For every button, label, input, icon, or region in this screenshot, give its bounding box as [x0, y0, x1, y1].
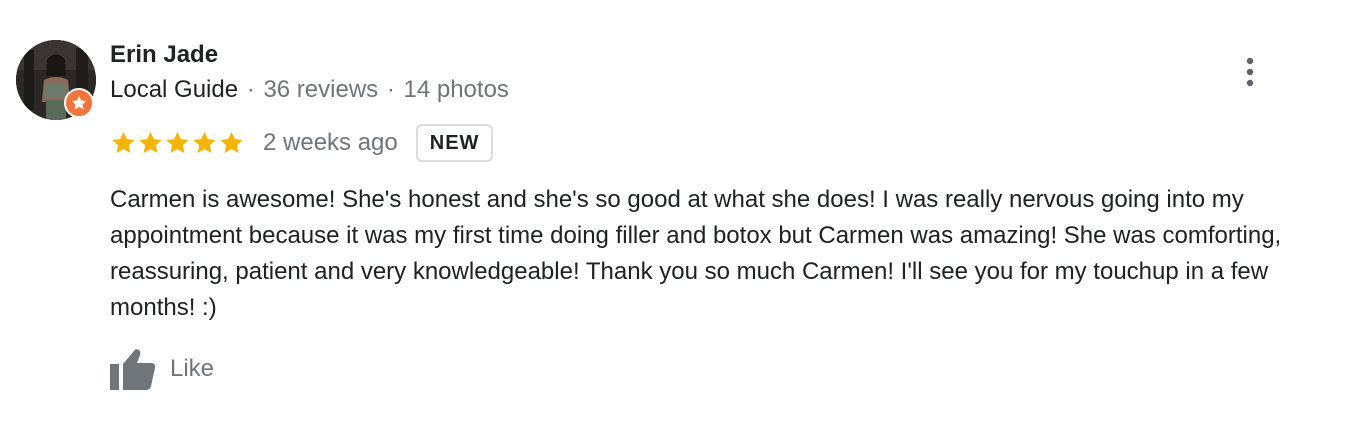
thumb-up-icon: [110, 349, 156, 390]
review-date: 2 weeks ago: [263, 129, 398, 156]
reviewer-avatar[interactable]: [16, 40, 96, 120]
like-label: Like: [170, 355, 215, 382]
reviewer-name[interactable]: Erin Jade: [110, 40, 218, 70]
star-icon: [193, 131, 216, 153]
review-count: 36 reviews: [263, 76, 379, 103]
star-icon: [220, 131, 243, 153]
more-options-button[interactable]: [1230, 52, 1270, 92]
local-guide-star-icon: [71, 95, 87, 110]
review-text: Carmen is awesome! She's honest and she'…: [110, 186, 1282, 321]
meta-separator: ·: [386, 76, 395, 103]
like-button[interactable]: Like: [110, 346, 214, 392]
star-icon: [112, 131, 135, 153]
new-badge: NEW: [415, 124, 494, 162]
photo-count: 14 photos: [403, 76, 509, 103]
star-icon: [139, 131, 162, 153]
review-card: Erin Jade Local Guide · 36 reviews · 14 …: [0, 0, 1350, 430]
local-guide-badge: [64, 88, 94, 118]
star-icon: [166, 131, 189, 153]
star-rating: [110, 130, 245, 156]
more-vert-icon: [1246, 57, 1254, 87]
local-guide-label: Local Guide: [110, 76, 239, 103]
meta-separator: ·: [246, 76, 255, 103]
rating-row: 2 weeks ago NEW: [110, 123, 494, 163]
reviewer-meta: Local Guide · 36 reviews · 14 photos: [110, 75, 509, 105]
